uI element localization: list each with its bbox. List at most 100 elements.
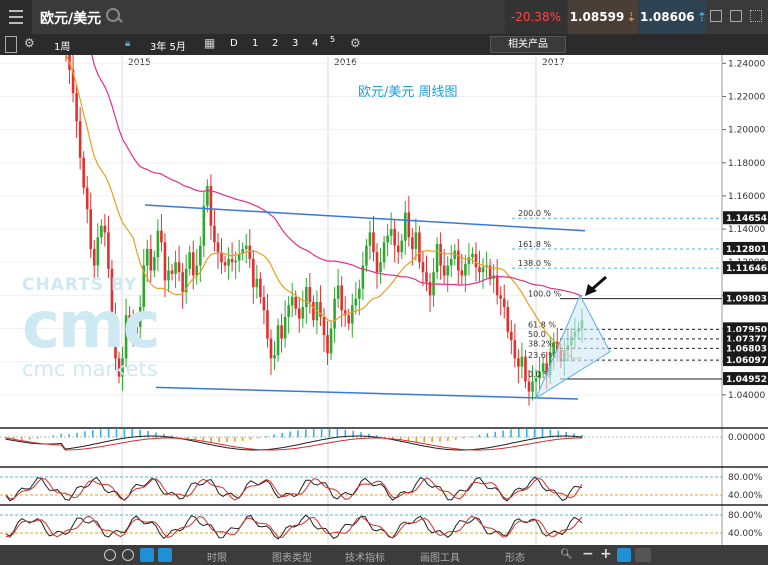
- macd-histogram-bar: [123, 428, 126, 438]
- candle-body: [513, 340, 517, 359]
- candle-body: [333, 298, 336, 329]
- search-icon[interactable]: [106, 8, 120, 22]
- interval-2[interactable]: 2: [272, 38, 278, 49]
- candle-body: [467, 257, 471, 264]
- macd-histogram-bar: [439, 437, 441, 442]
- zoom-out-icon[interactable]: −: [582, 546, 594, 562]
- candle-body: [163, 242, 167, 281]
- no-draw-icon[interactable]: [122, 549, 134, 561]
- crosshair-icon[interactable]: [617, 548, 631, 562]
- stoch-tick-label: 80.00%: [728, 511, 763, 521]
- macd-histogram-bar: [297, 430, 299, 438]
- candle-body: [297, 308, 301, 319]
- macd-histogram-bar: [265, 436, 268, 438]
- macd-histogram-bar: [447, 437, 449, 441]
- price-tag-text: 1.06097: [726, 356, 767, 366]
- popout-icon[interactable]: [730, 10, 742, 22]
- chart-title: 欧元/美元 周线图: [358, 85, 458, 100]
- price-tag-text: 1.11646: [726, 264, 767, 274]
- candle-body: [213, 225, 216, 243]
- expand-icon[interactable]: [158, 548, 172, 562]
- chart-list-icon[interactable]: [5, 36, 17, 53]
- macd-histogram-bar: [360, 432, 362, 438]
- candle-body: [396, 245, 400, 253]
- candle-body: [259, 278, 262, 298]
- close-icon[interactable]: [710, 10, 722, 22]
- macd-histogram-bar: [60, 433, 63, 438]
- menu-icon: [9, 10, 23, 24]
- candle-body: [294, 297, 298, 309]
- bottom-item-timeframe[interactable]: 时限: [207, 549, 227, 564]
- calendar-icon[interactable]: ▦: [204, 36, 215, 50]
- change-percent: -20.38%: [505, 0, 567, 34]
- refresh-icon[interactable]: [104, 549, 116, 561]
- candle-body: [107, 232, 110, 269]
- candle-body: [435, 243, 439, 273]
- fullscreen-icon[interactable]: [750, 10, 762, 22]
- bottom-item-patterns[interactable]: 形态: [505, 549, 525, 564]
- macd-histogram-bar: [84, 431, 86, 438]
- grid-icon[interactable]: [635, 548, 651, 562]
- macd-histogram-bar: [99, 429, 102, 438]
- macd-histogram-bar: [289, 431, 291, 438]
- candle-body: [287, 305, 290, 317]
- y-tick-label: 1.04000: [728, 391, 765, 401]
- candle-body: [262, 297, 266, 311]
- bottom-item-drawing-tools[interactable]: 画图工具: [420, 549, 460, 564]
- candle-body: [326, 335, 329, 354]
- candle-body: [457, 250, 460, 271]
- candle-body: [368, 232, 372, 246]
- macd-histogram-bar: [494, 431, 497, 438]
- candle-body: [199, 245, 202, 266]
- candle-body: [531, 381, 534, 392]
- candle-body: [191, 252, 195, 276]
- bottom-item-indicators[interactable]: 技术指标: [345, 549, 385, 564]
- candle-body: [375, 252, 379, 273]
- period-select[interactable]: 1周: [54, 38, 70, 53]
- interval-5[interactable]: 5: [330, 35, 335, 44]
- candle-body: [524, 356, 527, 382]
- chart-toolbar: ⚙ 1周 🔒︎ 3年 5月 ▦ D 1 2 3 4 5 ⚙ 相关产品: [0, 34, 768, 55]
- candle-body: [160, 230, 163, 243]
- zoom-search-icon[interactable]: 🔍︎: [560, 549, 573, 560]
- candle-body: [202, 205, 206, 246]
- interval-1[interactable]: 1: [252, 38, 258, 49]
- lock-icon[interactable]: 🔒︎: [125, 38, 130, 49]
- macd-histogram-bar: [234, 437, 236, 442]
- menu-button[interactable]: [0, 0, 32, 34]
- price-tag-text: 1.12801: [726, 245, 767, 255]
- macd-histogram-bar: [178, 437, 181, 438]
- macd-histogram-bar: [257, 437, 260, 439]
- candle-body: [188, 252, 191, 269]
- candle-body: [312, 302, 315, 321]
- buy-price-button[interactable]: 1.08606 ⇡: [640, 0, 707, 34]
- candle-body: [510, 331, 513, 341]
- candle-body: [418, 232, 421, 263]
- candle-body: [248, 245, 252, 259]
- y-tick-label: 1.24000: [728, 59, 765, 69]
- candle-body: [382, 242, 386, 263]
- interval-3[interactable]: 3: [292, 38, 298, 49]
- interval-d[interactable]: D: [230, 38, 238, 49]
- y-tick-label: 1.18000: [728, 159, 765, 169]
- pen-icon[interactable]: [140, 548, 154, 562]
- interval-4[interactable]: 4: [312, 38, 318, 49]
- candle-body: [227, 258, 230, 266]
- related-products-button[interactable]: 相关产品: [490, 36, 566, 53]
- range-select[interactable]: 3年 5月: [150, 38, 186, 53]
- candle-body: [252, 258, 255, 288]
- macd-histogram-bar: [273, 434, 276, 438]
- fib-level-label: 38.2%: [528, 339, 554, 348]
- gear-icon[interactable]: ⚙: [24, 36, 35, 50]
- zoom-in-icon[interactable]: +: [600, 546, 612, 562]
- sell-price-button[interactable]: 1.08599 ⇣: [568, 0, 638, 34]
- candle-body: [442, 265, 446, 276]
- macd-histogram-bar: [210, 437, 212, 442]
- y-tick-label: 1.16000: [728, 192, 765, 202]
- y-tick-label: 1.22000: [728, 92, 765, 102]
- gear-icon[interactable]: ⚙: [350, 36, 361, 50]
- bottom-item-chart-type[interactable]: 图表类型: [272, 549, 312, 564]
- candle-body: [336, 285, 340, 299]
- macd-tick-label: 0.00000: [728, 433, 765, 443]
- macd-histogram-bar: [415, 437, 418, 442]
